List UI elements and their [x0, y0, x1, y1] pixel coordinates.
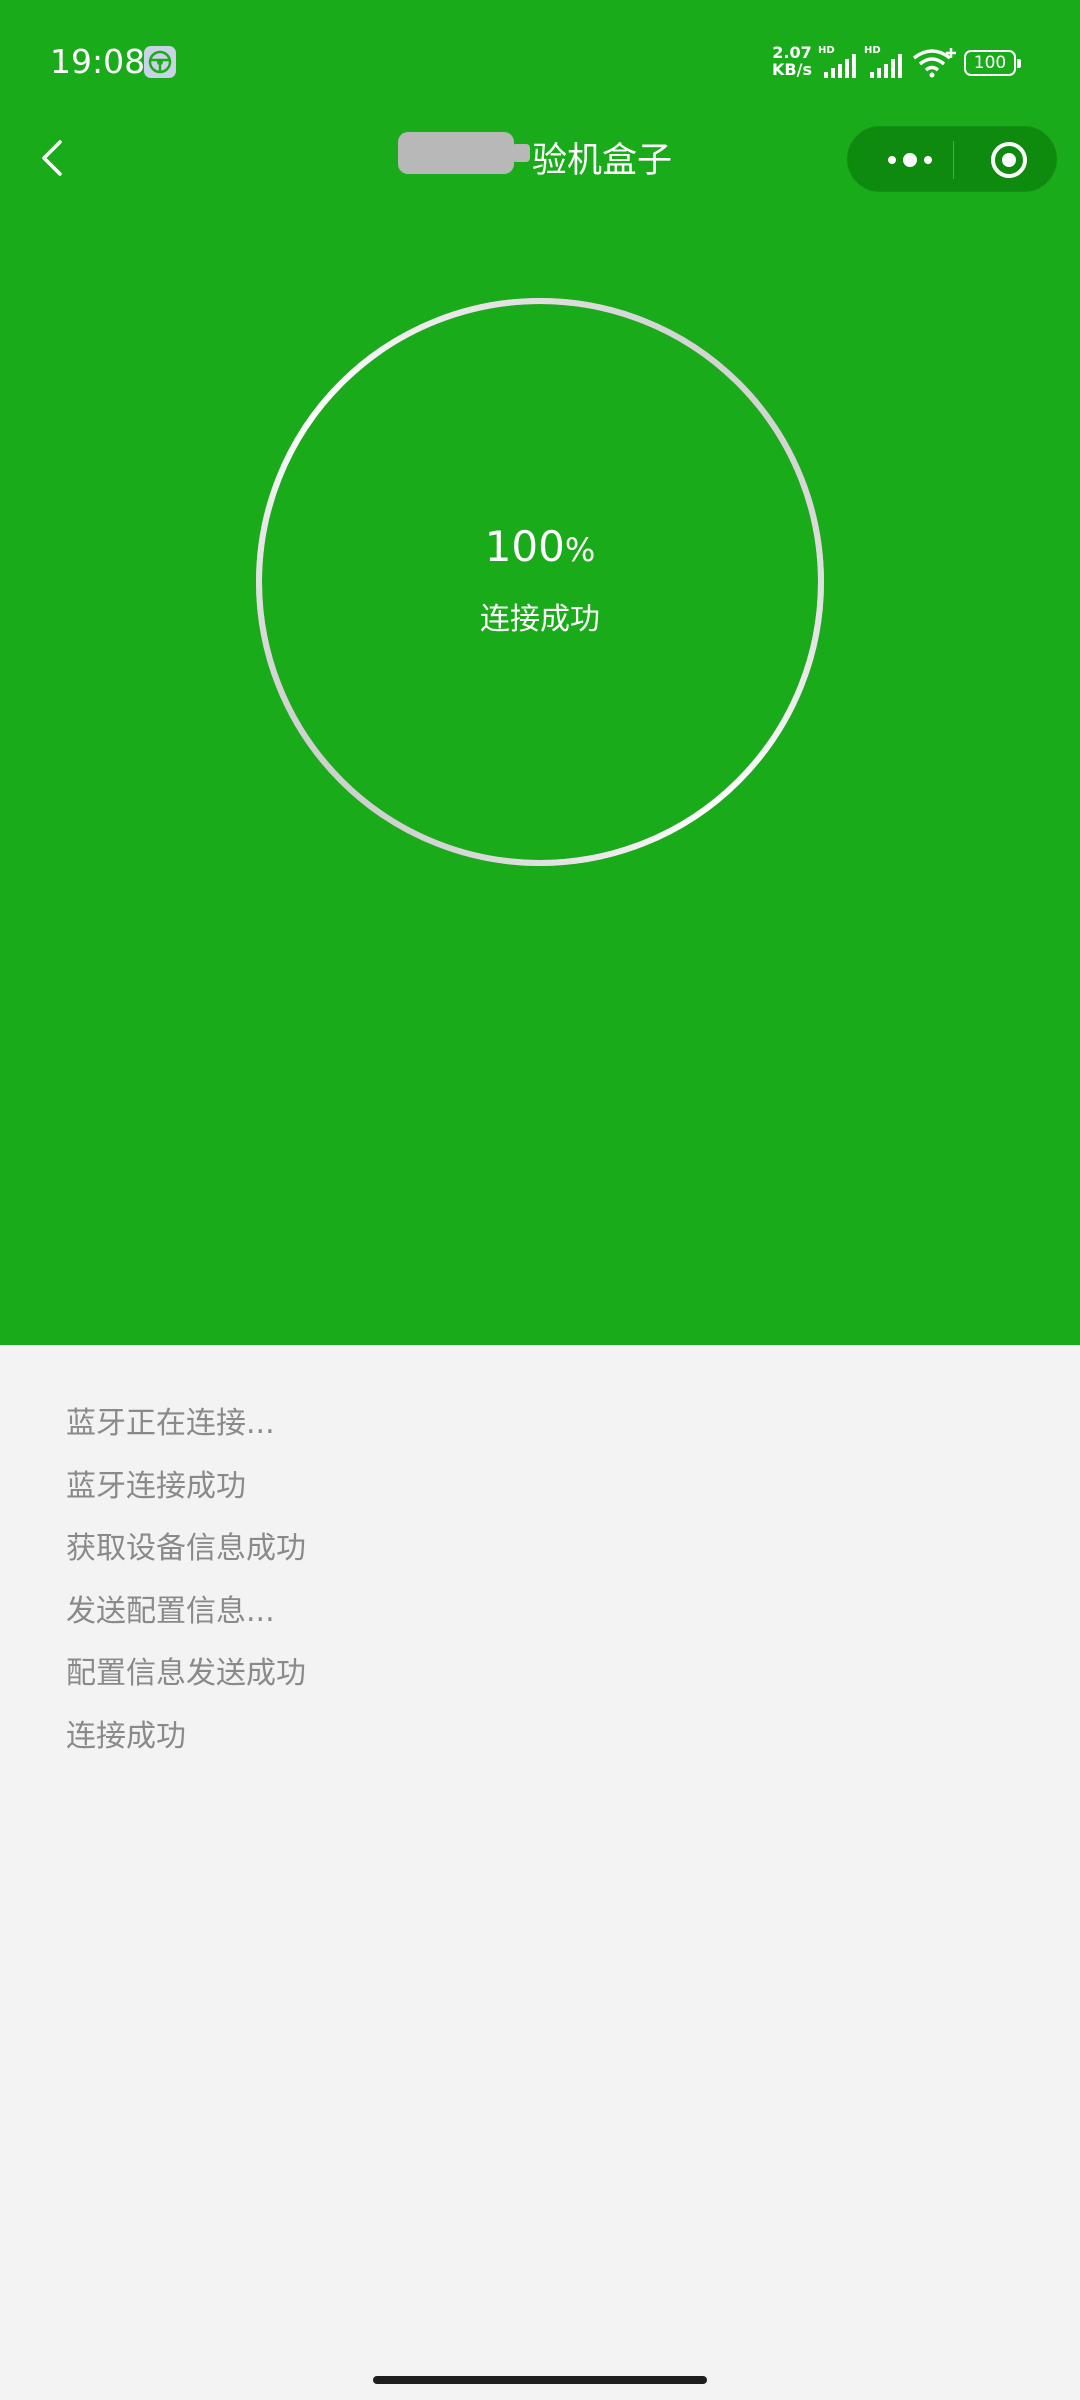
status-time: 19:08 — [50, 42, 146, 81]
miniprogram-capsule — [847, 126, 1057, 192]
network-speed-unit: KB/s — [772, 60, 812, 79]
log-item: 蓝牙连接成功 — [66, 1468, 246, 1504]
network-speed-value: 2.07 — [772, 43, 812, 62]
battery-level: 100 — [973, 53, 1007, 73]
progress-arc — [256, 298, 824, 866]
signal-icon: HD — [818, 45, 858, 78]
log-item: 蓝牙正在连接... — [66, 1406, 275, 1441]
progress-ring-graphic — [256, 298, 824, 866]
connection-status: 连接成功 — [480, 602, 600, 637]
wifi-icon — [912, 48, 956, 78]
progress-ring: 100% 连接成功 — [250, 292, 830, 872]
progress-value: 100 — [484, 522, 565, 571]
redacted-title-prefix — [398, 132, 530, 174]
log-item: 获取设备信息成功 — [66, 1531, 306, 1566]
log-item: 发送配置信息... — [66, 1593, 275, 1629]
close-button[interactable] — [974, 127, 1044, 193]
home-indicator[interactable] — [373, 2376, 707, 2384]
more-dots-icon — [888, 153, 932, 167]
network-speed: 2.07 KB/s — [772, 44, 812, 78]
header-section: 19:08 2.07 KB/s HD HD 100 验机盒子 100% 连接成功 — [0, 0, 1080, 1345]
capsule-divider — [953, 141, 954, 179]
navigation-bar: 验机盒子 — [0, 120, 1080, 198]
log-item: 配置信息发送成功 — [66, 1656, 306, 1691]
signal-icon: HD — [864, 45, 904, 78]
target-close-icon — [991, 142, 1027, 178]
status-bar: 19:08 2.07 KB/s HD HD 100 — [0, 0, 1080, 120]
steering-wheel-icon — [144, 46, 176, 78]
more-button[interactable] — [876, 127, 946, 193]
progress-unit: % — [564, 531, 596, 569]
page-title-text: 验机盒子 — [532, 141, 673, 181]
progress-percent: 100% — [250, 522, 830, 571]
connection-log: 蓝牙正在连接... 蓝牙连接成功 获取设备信息成功 发送配置信息... 配置信息… — [66, 1398, 306, 1773]
log-item: 连接成功 — [66, 1718, 186, 1754]
battery-icon: 100 — [964, 50, 1021, 76]
